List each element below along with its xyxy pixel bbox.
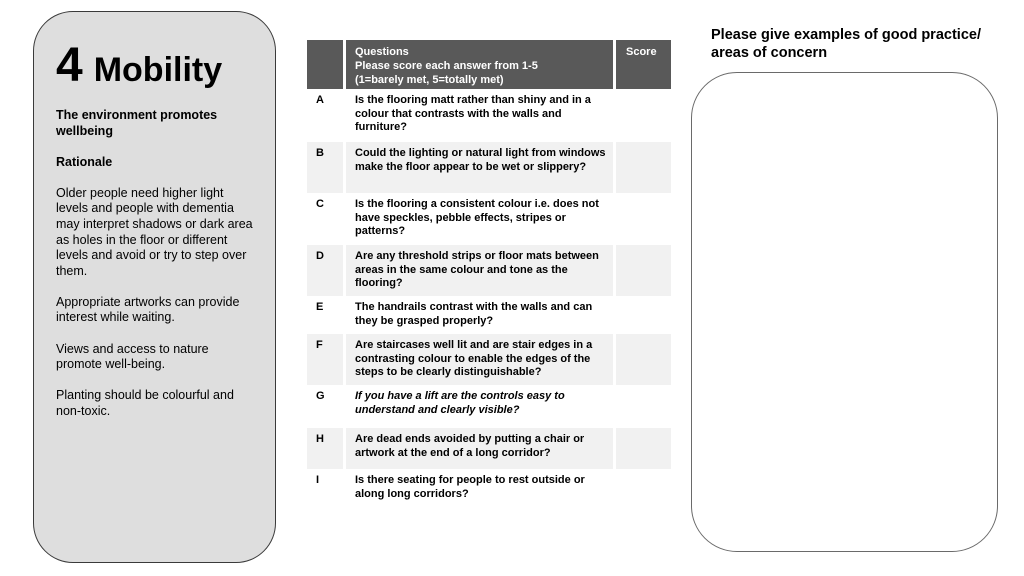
row-question: Is the flooring a consistent colour i.e.… [355,198,599,237]
table-row: A Is the flooring matt rather than shiny… [307,89,671,142]
table-row: F Are staircases well lit and are stair … [307,334,671,385]
header-questions-instruction: Please score each answer from 1-5 [355,60,538,72]
score-input[interactable] [616,428,671,469]
header-label-cell [307,40,343,89]
table-row: E The handrails contrast with the walls … [307,296,671,334]
score-input[interactable] [616,469,671,510]
row-label: D [307,245,343,296]
header-questions-cell: Questions Please score each answer from … [346,40,613,89]
row-label: B [307,142,343,193]
score-input[interactable] [616,142,671,193]
score-input[interactable] [616,385,671,428]
row-question: Could the lighting or natural light from… [346,142,613,193]
header-score-label: Score [626,46,657,58]
header-score-cell: Score [616,40,671,89]
notes-heading: Please give examples of good practice/ a… [711,27,981,61]
row-label: H [307,428,343,469]
rationale-paragraph: Views and access to nature promote well-… [56,341,209,372]
row-question: Is there seating for people to rest outs… [355,474,585,500]
table-row: I Is there seating for people to rest ou… [307,469,671,510]
row-question: The handrails contrast with the walls an… [355,301,593,327]
header-questions-title: Questions [355,46,409,58]
section-number: 4 [56,39,83,92]
score-input[interactable] [616,245,671,296]
table-row: H Are dead ends avoided by putting a cha… [307,428,671,469]
score-input[interactable] [616,296,671,334]
rationale-paragraph: Appropriate artworks can provide interes… [56,294,240,325]
rationale-paragraph: Older people need higher light levels an… [56,185,253,278]
notes-textarea[interactable] [691,72,998,552]
row-label: I [316,474,320,486]
row-question: Are any threshold strips or floor mats b… [346,245,613,296]
score-input[interactable] [616,334,671,385]
row-question: Is the flooring matt rather than shiny a… [355,94,591,133]
table-row: G If you have a lift are the controls ea… [307,385,671,428]
score-input[interactable] [616,89,671,142]
header-questions-scale: (1=barely met, 5=totally met) [355,74,504,86]
row-label: F [307,334,343,385]
row-question: Are dead ends avoided by putting a chair… [346,428,613,469]
row-label: C [316,198,324,210]
table-row: B Could the lighting or natural light fr… [307,142,671,193]
rationale-paragraph: Planting should be colourful and non-tox… [56,388,234,418]
row-label: G [316,390,325,402]
section-name: Mobility [93,51,223,89]
row-question: Are staircases well lit and are stair ed… [346,334,613,385]
section-subtitle: The environment promotes wellbeing [56,108,218,138]
table-row: C Is the flooring a consistent colour i.… [307,193,671,245]
section-info-panel: 4 Mobility The environment promotes wellb… [33,11,276,563]
score-input[interactable] [616,193,671,245]
row-label: E [316,301,324,313]
table-row: D Are any threshold strips or floor mats… [307,245,671,296]
section-description: The environment promotes wellbeing Ratio… [56,108,256,435]
section-title: 4 Mobility [56,38,222,93]
rationale-heading: Rationale [56,154,113,169]
row-label: A [316,94,324,106]
row-question: If you have a lift are the controls easy… [355,390,565,416]
